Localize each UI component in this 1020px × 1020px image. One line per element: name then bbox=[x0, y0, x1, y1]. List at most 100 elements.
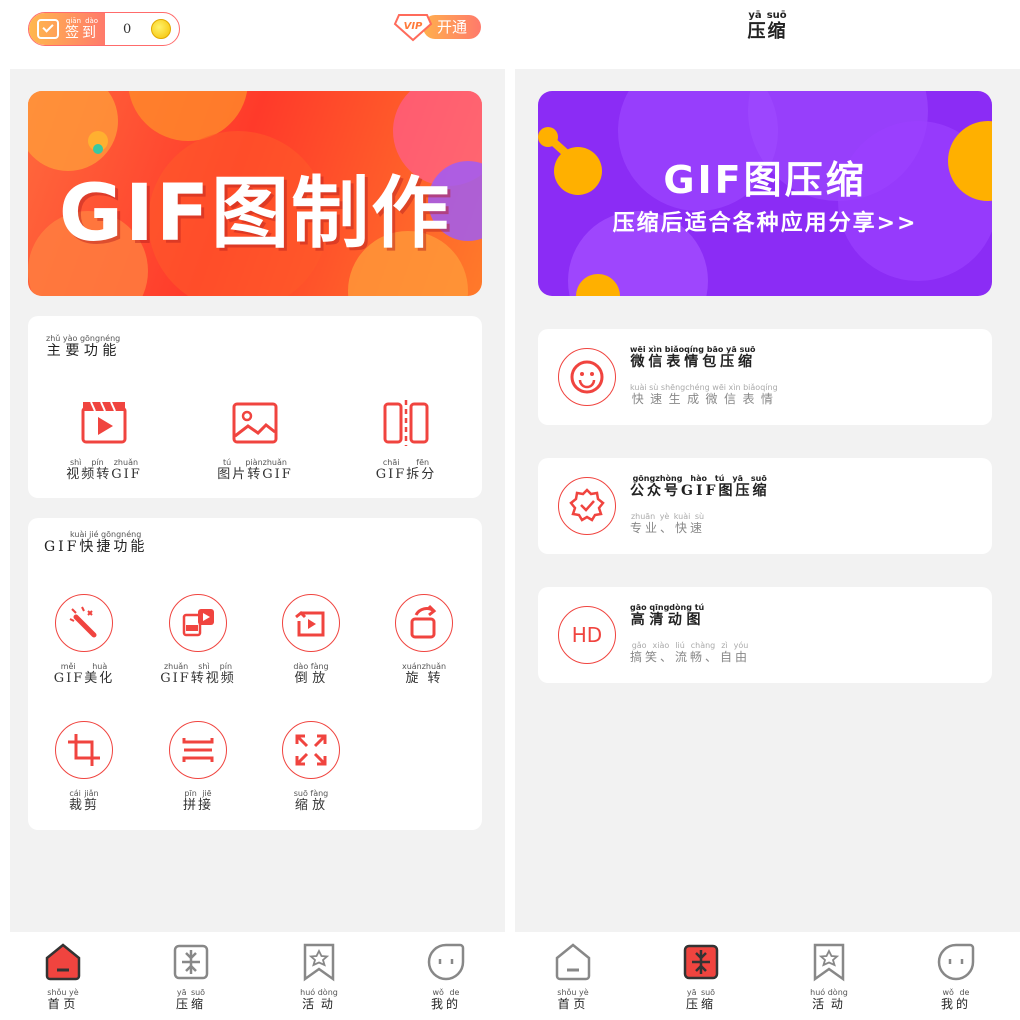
stitch-pinyin: pīn jiē bbox=[182, 789, 213, 798]
tab-compress-pinyin: yā suō bbox=[175, 988, 206, 997]
tab-home[interactable]: 首页shǒu yè bbox=[23, 942, 103, 1012]
gif-beautify-label: GIF美化 bbox=[53, 671, 115, 686]
checkin-button[interactable]: 签到qiān dào 0 bbox=[28, 12, 180, 46]
video-to-gif-pinyin: shì pín zhuǎn bbox=[66, 458, 142, 467]
row-title-pinyin: wēi xìn biǎoqíng bāo yā suō bbox=[630, 345, 756, 354]
smiley-icon bbox=[570, 360, 604, 394]
tab-mine-pinyin: wǒ de bbox=[940, 988, 971, 997]
reverse-pinyin: dào fàng bbox=[293, 662, 329, 671]
tab-home-label: 首页 bbox=[47, 997, 79, 1011]
gif-to-video-pinyin: zhuǎn shì pín bbox=[160, 662, 236, 671]
tab-home-pinyin: shǒu yè bbox=[557, 988, 589, 997]
banner-title: GIF图压缩 bbox=[663, 158, 867, 202]
coin-count: 0 bbox=[123, 22, 132, 37]
rotate-label: 旋转 bbox=[401, 671, 447, 686]
bookmark-star-icon bbox=[303, 943, 335, 982]
gif-compress-banner[interactable]: GIF图压缩 压缩后适合各种应用分享>> bbox=[538, 91, 992, 296]
row-desc-pinyin: zhuān yè kuài sù bbox=[630, 512, 705, 521]
calendar-check-icon bbox=[37, 19, 59, 39]
main-functions-pinyin: zhǔ yào gōngnéng bbox=[46, 334, 121, 343]
tab-home-label: 首页 bbox=[557, 997, 589, 1011]
stitch-icon bbox=[182, 738, 214, 762]
tab-activity-label: 活动 bbox=[810, 997, 848, 1011]
rotate-button[interactable] bbox=[395, 594, 453, 652]
split-icon bbox=[383, 400, 429, 446]
official-account-compress-row[interactable]: 公众号GIF图压缩gōngzhòng hào tú yā suō 专业、快速zh… bbox=[538, 458, 992, 554]
image-to-gif-button[interactable]: 图片转GIFtú piànzhuǎn bbox=[200, 398, 310, 482]
reverse-button[interactable] bbox=[282, 594, 340, 652]
quick-functions-card: GIF快捷功能 kuài jié gōngnéng GIF美化měi huà G… bbox=[28, 518, 482, 830]
stitch-button[interactable] bbox=[169, 721, 227, 779]
compress-content: GIF图压缩 压缩后适合各种应用分享>> 微信表情包压缩wēi xìn biǎo… bbox=[515, 69, 1020, 932]
tab-compress-label: 压缩 bbox=[685, 997, 716, 1011]
gif-to-video-icon bbox=[182, 609, 214, 637]
page-title: 压缩 bbox=[747, 21, 788, 42]
tab-mine-label: 我的 bbox=[430, 997, 461, 1011]
tab-activity[interactable]: 活动huó dòng bbox=[279, 942, 359, 1012]
banner-subtitle: 压缩后适合各种应用分享>> bbox=[612, 211, 918, 236]
reverse-play-icon bbox=[295, 610, 325, 637]
tab-compress[interactable]: 压缩yā suō bbox=[151, 942, 231, 1012]
row-title-pinyin: gōngzhòng hào tú yā suō bbox=[630, 474, 770, 483]
video-to-gif-label: 视频转GIF bbox=[66, 467, 142, 482]
image-to-gif-label: 图片转GIF bbox=[217, 467, 293, 482]
vip-open-button[interactable]: 开通 VIP bbox=[393, 12, 481, 42]
reverse-label: 倒放 bbox=[293, 671, 329, 686]
tab-compress-label: 压缩 bbox=[175, 997, 206, 1011]
compress-screen: 压缩yā suō GIF图压缩 压缩后适合各种应用分享>> 微信表情包压缩wēi… bbox=[515, 0, 1020, 1020]
wechat-sticker-compress-row[interactable]: 微信表情包压缩wēi xìn biǎoqíng bāo yā suō 快速生成微… bbox=[538, 329, 992, 425]
gif-to-video-button[interactable] bbox=[169, 594, 227, 652]
checkin-label: 签到 bbox=[65, 24, 99, 41]
video-clapper-icon bbox=[81, 401, 127, 444]
compress-icon bbox=[683, 944, 719, 980]
scale-label: 缩放 bbox=[293, 798, 329, 813]
profile-face-icon bbox=[427, 943, 465, 981]
tab-mine-label: 我的 bbox=[940, 997, 971, 1011]
gif-make-banner[interactable]: GIF图制作 bbox=[28, 91, 482, 296]
coin-icon bbox=[151, 19, 171, 39]
compress-icon bbox=[173, 944, 209, 980]
crop-pinyin: cái jiǎn bbox=[68, 789, 99, 798]
rotate-pinyin: xuánzhuǎn bbox=[401, 662, 447, 671]
home-content: GIF图制作 主要功能zhǔ yào gōngnéng 视频转GIFshì pí… bbox=[10, 69, 505, 932]
hd-icon: HD bbox=[571, 623, 603, 647]
row-title-pinyin: gāo qīngdòng tú bbox=[630, 603, 705, 612]
row-desc: 搞笑、流畅、自由 bbox=[630, 650, 751, 664]
tab-compress[interactable]: 压缩yā suō bbox=[661, 942, 741, 1012]
row-title: 微信表情包压缩 bbox=[630, 354, 756, 370]
vip-diamond-icon: VIP bbox=[393, 14, 433, 42]
tab-activity-pinyin: huó dòng bbox=[300, 988, 338, 997]
bookmark-star-icon bbox=[813, 943, 845, 982]
tab-activity-pinyin: huó dòng bbox=[810, 988, 848, 997]
row-title: 公众号GIF图压缩 bbox=[630, 483, 770, 499]
crop-icon bbox=[68, 734, 100, 766]
banner-title: GIF图制作 bbox=[58, 169, 452, 259]
checkin-label-area[interactable]: 签到qiān dào bbox=[29, 13, 105, 45]
gif-split-button[interactable]: GIF拆分chāi fēn bbox=[351, 398, 461, 482]
vip-badge-text: VIP bbox=[404, 21, 423, 32]
page-title-pinyin: yā suō bbox=[747, 10, 788, 21]
scale-button[interactable] bbox=[282, 721, 340, 779]
hd-gif-row[interactable]: HD 高清动图gāo qīngdòng tú 搞笑、流畅、自由gǎo xiào … bbox=[538, 587, 992, 683]
verified-badge-icon bbox=[569, 488, 605, 522]
scale-icon bbox=[295, 734, 327, 766]
tab-home[interactable]: 首页shǒu yè bbox=[533, 942, 613, 1012]
stitch-label: 拼接 bbox=[182, 798, 213, 813]
bottom-tab-bar: 首页shǒu yè 压缩yā suō 活动huó dòng 我的wǒ de bbox=[0, 932, 505, 1020]
tab-mine[interactable]: 我的wǒ de bbox=[406, 942, 486, 1012]
tab-activity[interactable]: 活动huó dòng bbox=[789, 942, 869, 1012]
main-functions-card: 主要功能zhǔ yào gōngnéng 视频转GIFshì pín zhuǎn bbox=[28, 316, 482, 498]
row-desc-pinyin: kuài sù shēngchéng wēi xìn biǎoqíng bbox=[630, 383, 778, 392]
row-desc: 专业、快速 bbox=[630, 521, 706, 535]
gif-split-pinyin: chāi fēn bbox=[375, 458, 437, 467]
tab-mine[interactable]: 我的wǒ de bbox=[916, 942, 996, 1012]
gif-beautify-pinyin: měi huà bbox=[53, 662, 115, 671]
gif-beautify-button[interactable] bbox=[55, 594, 113, 652]
home-icon bbox=[555, 943, 591, 981]
crop-button[interactable] bbox=[55, 721, 113, 779]
quick-functions-pinyin-line: kuài jié gōngnéng bbox=[70, 530, 142, 539]
video-to-gif-button[interactable]: 视频转GIFshì pín zhuǎn bbox=[49, 398, 159, 482]
gif-to-video-label: GIF转视频 bbox=[160, 671, 236, 686]
crop-label: 裁剪 bbox=[68, 798, 99, 813]
row-title: 高清动图 bbox=[630, 612, 705, 628]
